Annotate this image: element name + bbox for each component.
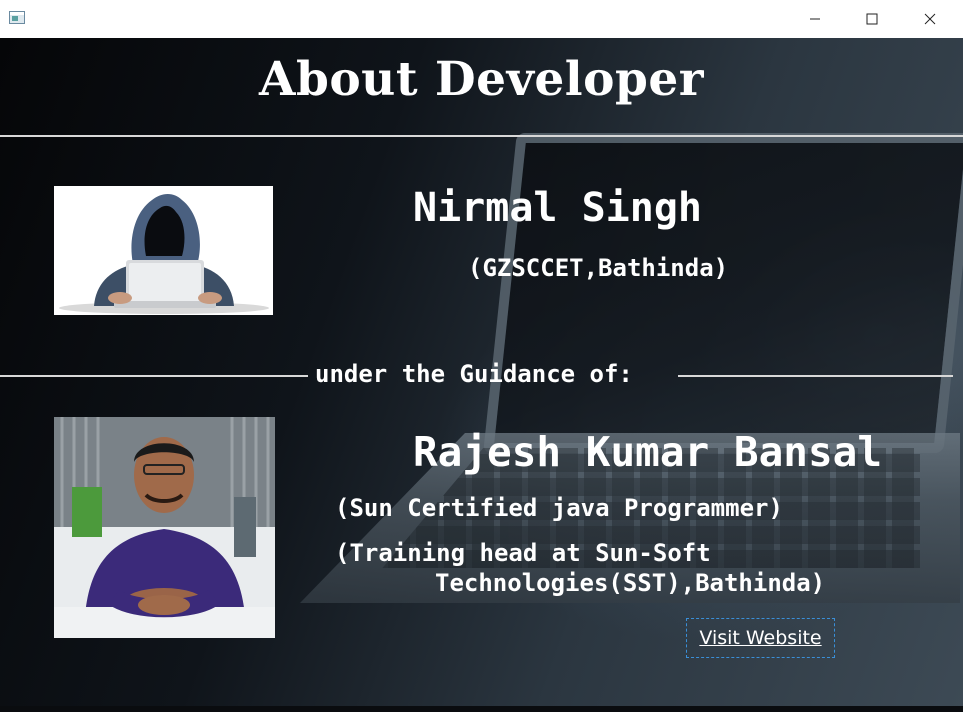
window-titlebar [0, 0, 963, 38]
minimize-button[interactable] [786, 0, 844, 38]
maximize-button[interactable] [843, 0, 901, 38]
guidance-divider-right [678, 375, 953, 377]
guidance-divider-left [0, 375, 308, 377]
guide-role: (Training head at Sun-Soft Technologies(… [335, 538, 825, 598]
close-icon [924, 13, 936, 25]
guidance-label: under the Guidance of: [315, 360, 633, 388]
guide-name: Rajesh Kumar Bansal [413, 428, 882, 476]
page-title: About Developer [258, 52, 705, 107]
about-panel: About Developer Nirmal Singh (GZSCCET,Ba… [0, 38, 963, 712]
background-laptop-screen [483, 133, 963, 453]
guide-role-line2: Technologies(SST),Bathinda) [435, 569, 826, 597]
close-button[interactable] [901, 0, 959, 38]
bottom-strip [0, 706, 963, 712]
developer-photo [54, 186, 273, 315]
window-icon [9, 11, 25, 24]
title-divider [0, 135, 963, 137]
minimize-icon [810, 18, 820, 20]
maximize-icon [866, 13, 878, 25]
developer-name: Nirmal Singh [413, 185, 702, 231]
visit-website-link[interactable]: Visit Website [686, 618, 835, 658]
developer-college: (GZSCCET,Bathinda) [468, 254, 729, 282]
guide-role-line1: (Training head at Sun-Soft [335, 539, 711, 567]
guide-certification: (Sun Certified java Programmer) [335, 494, 783, 522]
guide-photo [54, 417, 275, 638]
